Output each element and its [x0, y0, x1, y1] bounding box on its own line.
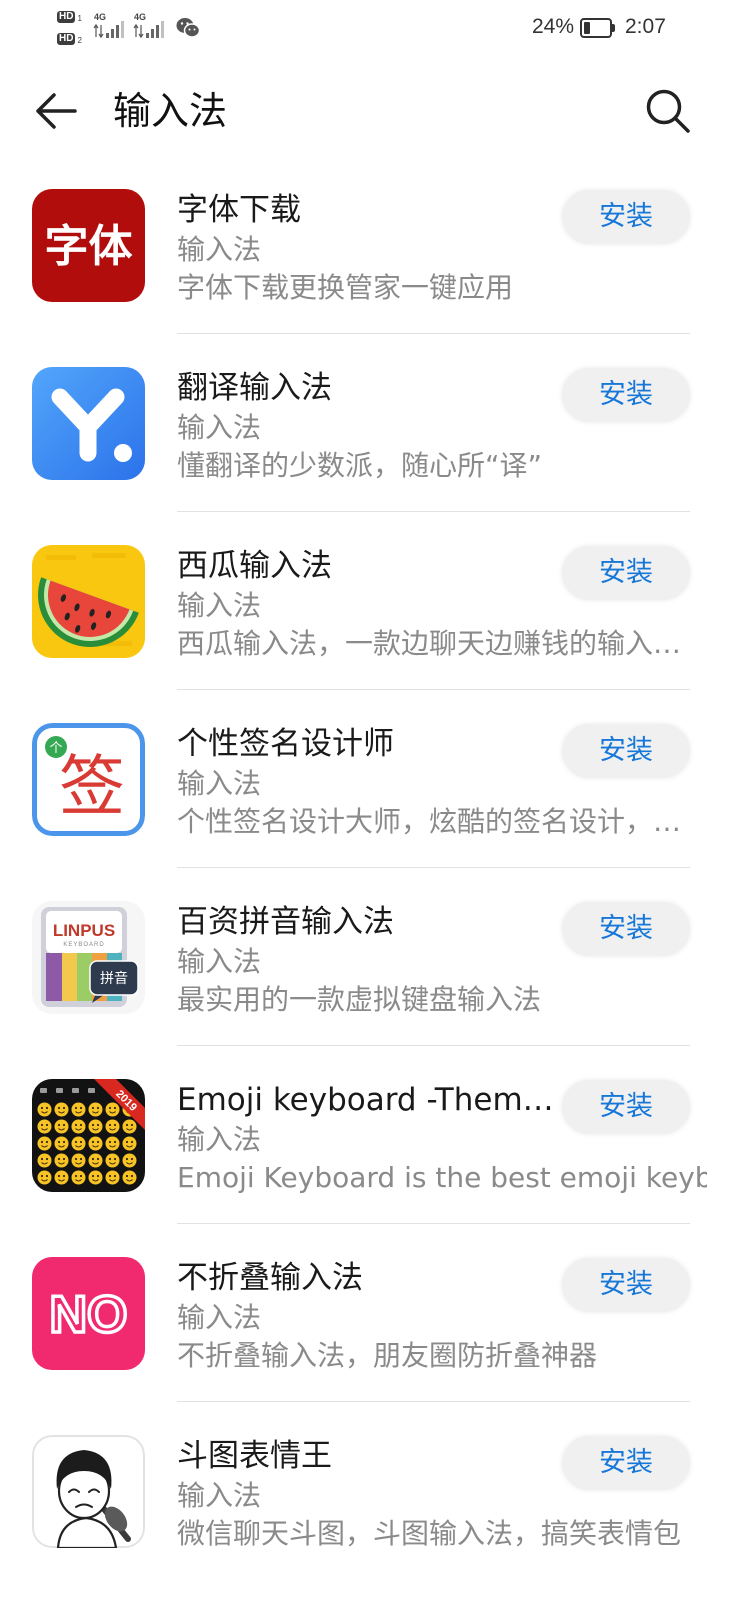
app-name: 个性签名设计师 [177, 726, 394, 762]
app-name: 西瓜输入法 [177, 548, 332, 584]
app-category: 输入法 [177, 234, 262, 266]
battery-fill [584, 22, 590, 34]
app-name: 字体下载 [177, 192, 301, 228]
icon-bubble-text: 拼音 [100, 970, 128, 987]
app-category: 输入法 [177, 1302, 262, 1334]
app-list-item[interactable]: 西瓜输入法 输入法 西瓜输入法，一款边聊天边赚钱的输入… 安装 [0, 512, 738, 690]
icon-caption-text: KEYBOARD [63, 942, 104, 948]
app-list-item[interactable]: 字体 字体下载 输入法 字体下载更换管家一键应用 安装 [0, 156, 738, 334]
install-button[interactable]: 安装 [562, 546, 690, 600]
app-list-item[interactable]: 2019 Emoji keyboard -Them… 输入法 Emoji Key… [0, 1046, 738, 1224]
app-list-item[interactable]: LINPUS KEYBOARD 拼音 百资拼音输入法 输入法 最实用的一款虚拟键… [0, 868, 738, 1046]
app-description: 字体下载更换管家一键应用 [177, 272, 514, 304]
install-button[interactable]: 安装 [562, 190, 690, 244]
signature-app-icon[interactable]: 个 签 [32, 723, 145, 836]
sim1-index: 1 [77, 14, 82, 23]
app-category: 输入法 [177, 590, 262, 622]
install-button[interactable]: 安装 [562, 368, 690, 422]
signal-icon: 4G [93, 12, 129, 40]
wechat-icon [176, 17, 201, 39]
sim1-hd-label: HD [57, 11, 76, 23]
meme-face-app-icon[interactable] [32, 1435, 145, 1548]
install-button[interactable]: 安装 [562, 902, 690, 956]
install-button[interactable]: 安装 [562, 724, 690, 778]
app-name: 百资拼音输入法 [177, 904, 394, 940]
app-category: 输入法 [177, 1480, 262, 1512]
back-arrow-icon [36, 93, 77, 129]
search-button[interactable] [643, 86, 691, 134]
signal-icon: 4G [133, 12, 169, 40]
app-category: 输入法 [177, 768, 262, 800]
clock: 2:07 [625, 15, 666, 38]
translate-y-app-icon[interactable] [32, 367, 145, 480]
battery-icon [580, 18, 616, 38]
sim2-hd-label: HD [57, 33, 76, 45]
app-description: 最实用的一款虚拟键盘输入法 [177, 984, 542, 1016]
battery-body [580, 18, 612, 38]
watermelon-app-icon[interactable] [32, 545, 145, 658]
app-description: 懂翻译的少数派，随心所“译” [177, 450, 543, 482]
install-button[interactable]: 安装 [562, 1258, 690, 1312]
app-description: 个性签名设计大师，炫酷的签名设计，… [177, 806, 682, 838]
sim2-index: 2 [77, 36, 82, 45]
icon-logo-text: NO [50, 1286, 128, 1344]
icon-logo-text: 字体 [45, 221, 133, 272]
app-description: Emoji Keyboard is the best emoji keybo… [177, 1162, 707, 1194]
app-name: 翻译输入法 [177, 370, 332, 406]
app-list: 字体 字体下载 输入法 字体下载更换管家一键应用 安装 翻译输入法 输入法 懂翻… [0, 156, 738, 1580]
search-icon [646, 89, 690, 133]
app-name: 斗图表情王 [177, 1438, 332, 1474]
app-list-item[interactable]: 个 签 个性签名设计师 输入法 个性签名设计大师，炫酷的签名设计，… 安装 [0, 690, 738, 868]
app-category: 输入法 [177, 412, 262, 444]
install-button[interactable]: 安装 [562, 1080, 690, 1134]
app-list-item[interactable]: NO 不折叠输入法 输入法 不折叠输入法，朋友圈防折叠神器 安装 [0, 1224, 738, 1402]
linpus-keyboard-app-icon[interactable]: LINPUS KEYBOARD 拼音 [32, 901, 145, 1014]
icon-brand-text: LINPUS [53, 921, 115, 940]
battery-cap [612, 24, 615, 32]
status-bar: HD 1 HD 2 4G 4G 24% 2:07 [0, 0, 738, 56]
app-category: 输入法 [177, 1124, 262, 1156]
app-description: 西瓜输入法，一款边聊天边赚钱的输入… [177, 628, 682, 660]
page-title: 输入法 [113, 89, 228, 133]
emoji-keyboard-app-icon[interactable]: 2019 [32, 1079, 145, 1192]
app-list-item[interactable]: 斗图表情王 输入法 微信聊天斗图，斗图输入法，搞笑表情包 安装 [0, 1402, 738, 1580]
app-description: 微信聊天斗图，斗图输入法，搞笑表情包 [177, 1518, 682, 1550]
ziti-font-app-icon[interactable]: 字体 [32, 189, 145, 302]
app-category: 输入法 [177, 946, 262, 978]
back-button[interactable] [33, 88, 79, 134]
icon-logo-text: 签 [59, 748, 125, 825]
app-name: 不折叠输入法 [177, 1260, 363, 1296]
sim2-hd-indicator: HD 2 [57, 31, 82, 45]
app-list-item[interactable]: 翻译输入法 输入法 懂翻译的少数派，随心所“译” 安装 [0, 334, 738, 512]
app-description: 不折叠输入法，朋友圈防折叠神器 [177, 1340, 598, 1372]
battery-percent: 24% [532, 15, 575, 38]
install-button[interactable]: 安装 [562, 1436, 690, 1490]
no-fold-app-icon[interactable]: NO [32, 1257, 145, 1370]
sim1-hd-indicator: HD 1 [57, 9, 82, 23]
app-name: Emoji keyboard -Them… [177, 1082, 554, 1118]
network-type-label: 4G [94, 12, 107, 22]
network-type-label: 4G [134, 12, 147, 22]
